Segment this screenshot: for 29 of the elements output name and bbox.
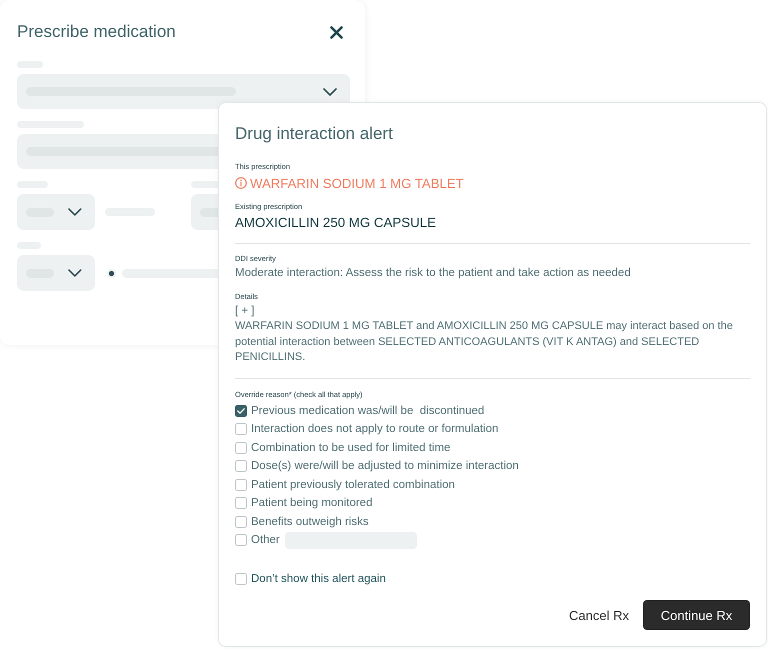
select-field[interactable]: [17, 255, 95, 291]
expand-toggle[interactable]: [ + ]: [235, 304, 254, 320]
select-field[interactable]: [17, 194, 95, 230]
dialog-title: Prescribe medication: [17, 22, 176, 42]
checkbox[interactable]: [235, 404, 247, 417]
close-icon[interactable]: [330, 26, 343, 38]
option-label: Dose(s) were/will be adjusted to minimize interaction: [251, 459, 519, 474]
primary-button[interactable]: Continue Rx: [643, 600, 750, 630]
option-label: Patient being monitored: [251, 496, 372, 510]
prescription-name: AMOXICILLIN 250 MG CAPSULE: [235, 214, 436, 232]
details-text: WARFARIN SODIUM 1 MG TABLET and AMOXICILLIN 250 MG CAPSULE may interact based on the potential interaction between SELECTED ANTICOAGULANTS (VIT K ANTAG) and SELECTED PENICILLINS.: [235, 319, 734, 366]
alert-title: Drug interaction alert: [235, 123, 393, 145]
option-label: Patient previously tolerated combination: [251, 478, 455, 492]
chevron-down-icon: [68, 208, 82, 216]
check-icon: [237, 408, 245, 414]
option-label: Interaction does not apply to route or formulation: [251, 422, 498, 436]
chevron-down-icon: [68, 269, 82, 277]
prescription-name: WARFARIN SODIUM 1 MG TABLET: [250, 176, 464, 191]
option-label: Benefits outweigh risks: [251, 514, 369, 529]
severity-text: Moderate interaction: Assess the risk to the patient and take action as needed: [235, 266, 631, 282]
text-button[interactable]: Cancel Rx: [569, 608, 629, 622]
option-label: Combination to be used for limited time: [251, 440, 450, 455]
option-label: Don’t show this alert again: [251, 572, 386, 586]
option-label: Other: [251, 533, 280, 548]
option-label: Previous medication was/will be discontinued: [251, 404, 484, 418]
info-icon: [235, 177, 247, 190]
dot-icon: [107, 268, 116, 278]
chevron-down-icon: [323, 88, 337, 96]
select-field[interactable]: [17, 74, 350, 109]
